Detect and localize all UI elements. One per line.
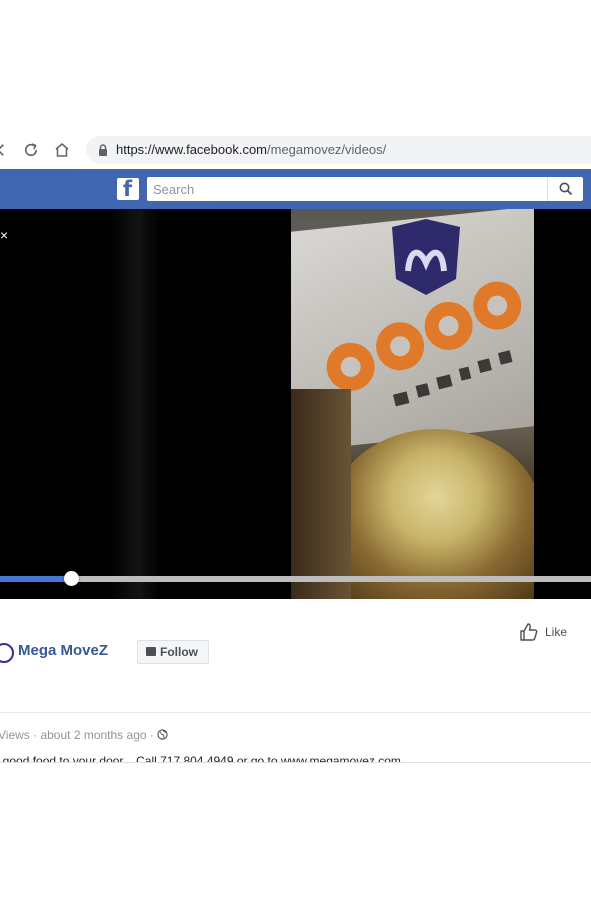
reload-icon[interactable]: [22, 141, 40, 159]
home-icon[interactable]: [53, 141, 71, 159]
url-host: https://www.facebook.com: [116, 142, 268, 157]
url-path: /megamovez/videos/: [267, 142, 387, 157]
search-icon: [559, 182, 573, 196]
address-bar[interactable]: https://www.facebook.com/megamovez/video…: [86, 136, 591, 164]
video-progress-fill: [0, 576, 71, 582]
like-icon: [520, 623, 538, 641]
globe-icon: [157, 729, 168, 740]
follow-icon: [146, 647, 156, 656]
url-text: https://www.facebook.com/megamovez/video…: [116, 142, 386, 157]
facebook-logo-icon[interactable]: f: [117, 177, 139, 201]
lock-icon: [99, 144, 107, 156]
food-item: [331, 429, 534, 599]
bag-dark-lettering: [392, 350, 513, 407]
video-progress-bar[interactable]: [0, 571, 591, 586]
avatar[interactable]: [0, 643, 14, 663]
table-edge: [291, 389, 351, 599]
page-name-link[interactable]: Mega MoveZ: [18, 642, 108, 659]
facebook-logo-letter: f: [123, 177, 133, 201]
like-label: Like: [545, 625, 568, 639]
back-icon[interactable]: [0, 141, 10, 159]
follow-button[interactable]: Follow: [137, 640, 209, 664]
close-icon[interactable]: ×: [0, 227, 8, 243]
divider: [0, 712, 591, 713]
video-frame: [291, 209, 534, 599]
post-meta-text: Views · about 2 months ago ·: [0, 728, 158, 742]
follow-label: Follow: [160, 645, 198, 659]
facebook-header: f: [0, 169, 591, 209]
search-button[interactable]: [547, 177, 584, 201]
video-scrubber-handle[interactable]: [64, 571, 79, 586]
browser-toolbar: https://www.facebook.com/megamovez/video…: [0, 131, 591, 169]
post-description: t good food to your door... Call 717 804…: [0, 754, 401, 762]
search-input[interactable]: [147, 177, 553, 201]
post-meta: Views · about 2 months ago ·: [0, 728, 168, 742]
search-box: [147, 177, 583, 201]
video-dark-strip: [110, 209, 160, 599]
section-divider: [0, 762, 591, 763]
video-player[interactable]: ×: [0, 209, 591, 599]
